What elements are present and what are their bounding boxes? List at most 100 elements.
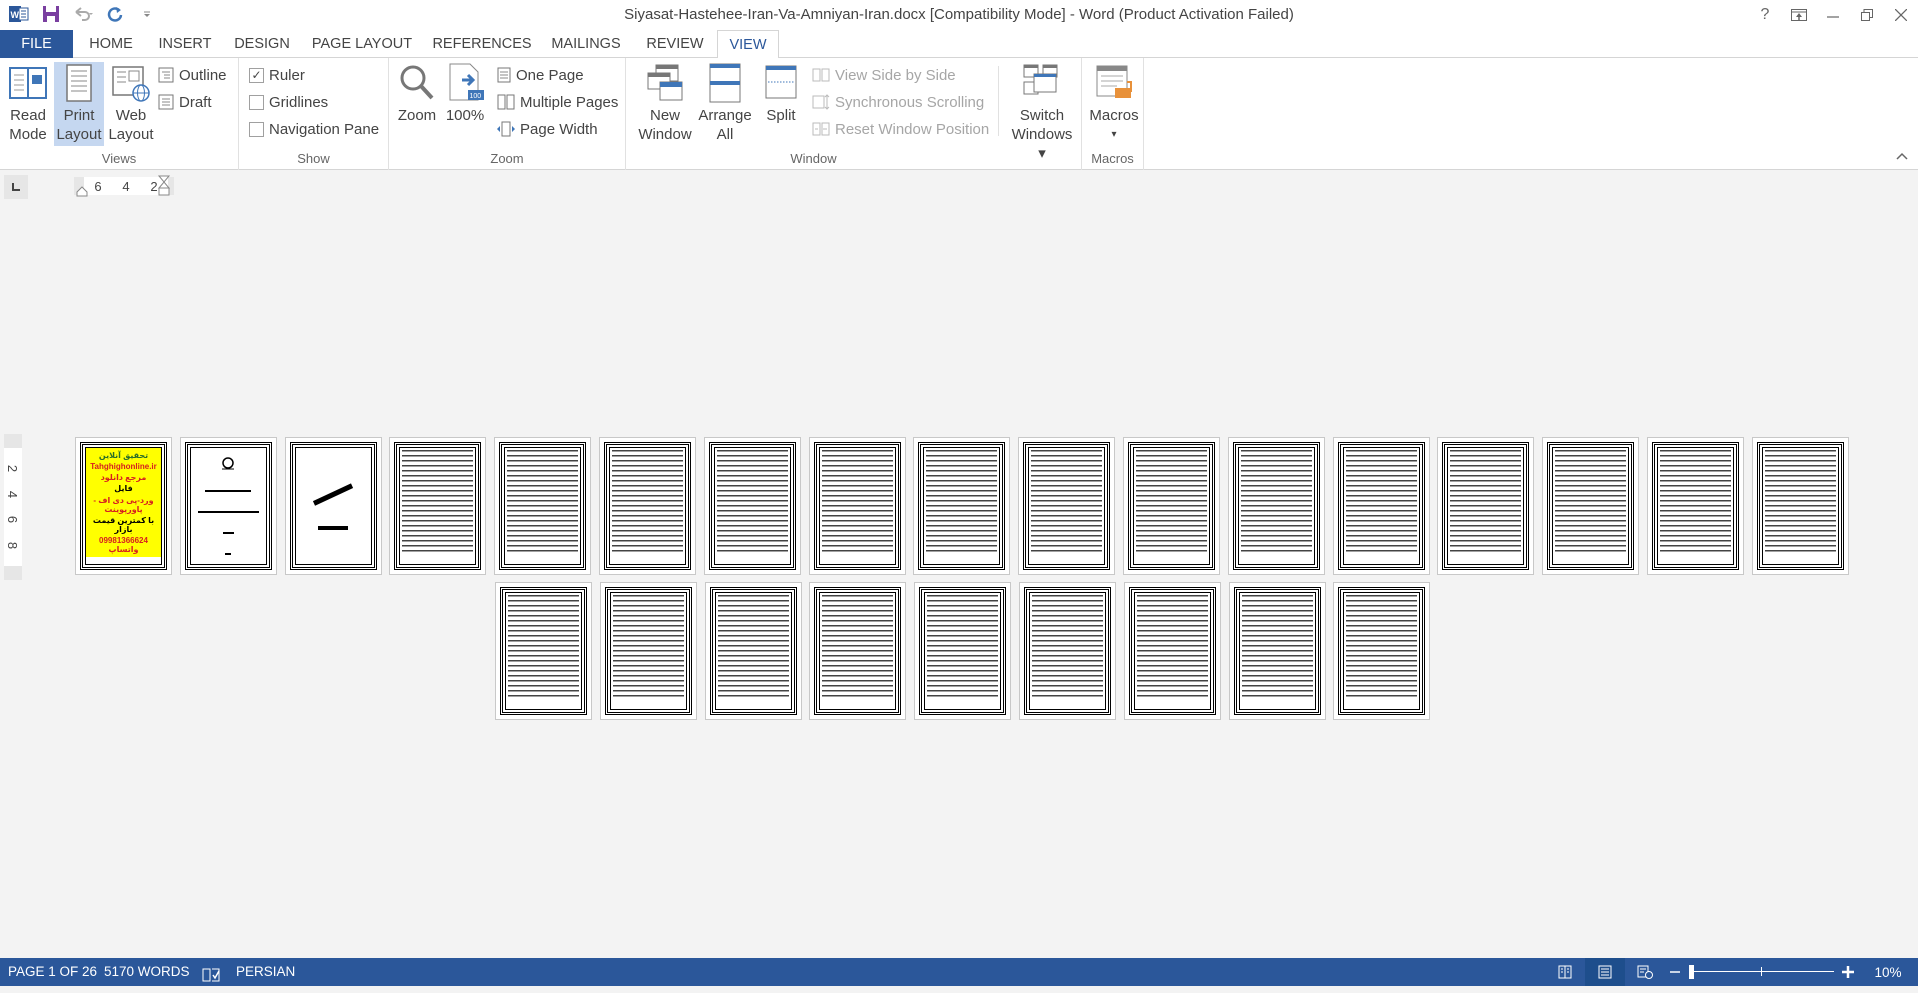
page-text-lines <box>1136 450 1207 555</box>
outline-button[interactable]: Outline <box>158 64 227 86</box>
tab-references[interactable]: REFERENCES <box>428 30 536 58</box>
zoom-level-label[interactable]: 10% <box>1858 965 1918 980</box>
page-thumbnail[interactable] <box>1018 437 1116 575</box>
tab-view[interactable]: VIEW <box>717 30 779 59</box>
read-mode-icon <box>9 67 47 99</box>
page-thumbnail[interactable] <box>494 437 592 575</box>
page-text-lines <box>1660 450 1731 555</box>
draft-button[interactable]: Draft <box>158 91 212 113</box>
language-status[interactable]: PERSIAN <box>236 958 295 986</box>
outline-icon <box>158 67 174 83</box>
page-thumbnail[interactable] <box>1123 582 1221 720</box>
window-group: New Window Arrange All Split View Side b… <box>626 58 1082 170</box>
web-layout-view-button[interactable] <box>1625 958 1665 986</box>
web-layout-button[interactable]: Web Layout <box>106 62 156 144</box>
page-thumbnail[interactable] <box>1228 582 1326 720</box>
page-text-lines <box>1764 450 1836 555</box>
synchronous-scrolling-button[interactable]: Synchronous Scrolling <box>812 91 984 113</box>
ribbon-display-options-button[interactable] <box>1782 0 1816 30</box>
zoom-button[interactable]: Zoom <box>395 62 439 125</box>
page-thumbnail[interactable] <box>913 437 1011 575</box>
gridlines-check-icon[interactable] <box>249 94 264 110</box>
word-count-status[interactable]: 5170 WORDS <box>104 958 190 986</box>
new-window-label-2: Window <box>638 126 692 143</box>
page-thumbnail[interactable] <box>703 437 801 575</box>
read-mode-button[interactable]: Read Mode <box>6 62 50 144</box>
page-thumbnail[interactable] <box>495 582 592 720</box>
tab-design[interactable]: DESIGN <box>229 30 295 58</box>
print-layout-view-button[interactable] <box>1585 958 1625 986</box>
new-window-button[interactable]: New Window <box>636 62 694 144</box>
reset-window-position-button[interactable]: Reset Window Position <box>812 118 989 140</box>
page-thumbnail[interactable] <box>704 582 802 720</box>
view-side-by-side-button[interactable]: View Side by Side <box>812 64 956 86</box>
indent-marker-icon[interactable] <box>76 185 88 197</box>
tab-selector-button[interactable] <box>4 175 28 199</box>
help-button[interactable]: ? <box>1748 0 1782 30</box>
restore-button[interactable] <box>1850 0 1884 30</box>
tab-file[interactable]: FILE <box>0 30 73 58</box>
page-width-label: Page Width <box>520 120 598 138</box>
navigation-pane-check-icon[interactable] <box>249 121 264 137</box>
tab-review[interactable]: REVIEW <box>638 30 712 58</box>
page-thumbnail[interactable] <box>1123 437 1220 575</box>
read-mode-label-1: Read <box>10 107 46 124</box>
right-indent-marker-icon[interactable] <box>157 175 171 201</box>
tab-page-layout[interactable]: PAGE LAYOUT <box>308 30 416 58</box>
tab-insert[interactable]: INSERT <box>154 30 216 58</box>
zoom-in-button[interactable] <box>1838 958 1858 986</box>
title-line <box>222 532 234 535</box>
close-icon <box>1895 9 1907 21</box>
outline-label: Outline <box>179 66 227 84</box>
page-thumbnail[interactable] <box>1019 582 1116 720</box>
page-thumbnail[interactable] <box>179 437 277 575</box>
split-button[interactable]: Split <box>756 62 806 125</box>
page-width-button[interactable]: Page Width <box>497 118 598 140</box>
page-thumbnail[interactable] <box>599 437 696 575</box>
zoom-slider-thumb[interactable] <box>1689 965 1694 979</box>
page-thumbnail[interactable] <box>1751 437 1849 575</box>
tab-mailings[interactable]: MAILINGS <box>546 30 626 58</box>
document-canvas[interactable]: تحقیق آنلاین Tahghighonline.ir مرجع دانلود… <box>0 201 1918 958</box>
page-thumbnail[interactable] <box>284 437 382 575</box>
page-thumbnail[interactable] <box>809 582 907 720</box>
page-thumbnail[interactable] <box>389 437 487 575</box>
page-thumbnail[interactable] <box>914 582 1012 720</box>
multiple-pages-button[interactable]: Multiple Pages <box>497 91 618 113</box>
ruler-check-icon[interactable]: ✓ <box>249 67 264 83</box>
close-button[interactable] <box>1884 0 1918 30</box>
title-line <box>205 489 252 492</box>
reset-window-position-label: Reset Window Position <box>835 120 990 138</box>
ruler-checkbox[interactable]: ✓ Ruler <box>249 64 305 86</box>
page-border <box>1547 442 1635 570</box>
page-thumbnail[interactable] <box>1227 437 1325 575</box>
gridlines-checkbox[interactable]: Gridlines <box>249 91 328 113</box>
title-line <box>197 510 260 513</box>
page-thumbnail[interactable] <box>1333 582 1431 720</box>
page-thumbnail[interactable]: تحقیق آنلاین Tahghighonline.ir مرجع دانلود… <box>75 437 172 575</box>
macros-group: Macros ▾ Macros <box>1082 58 1144 170</box>
macros-button[interactable]: Macros ▾ <box>1088 62 1140 144</box>
zoom-out-button[interactable] <box>1665 958 1685 986</box>
navigation-pane-checkbox[interactable]: Navigation Pane <box>249 118 379 140</box>
one-page-button[interactable]: One Page <box>497 64 584 86</box>
read-mode-view-button[interactable] <box>1545 958 1585 986</box>
page-thumbnail[interactable] <box>1542 437 1640 575</box>
page-thumbnail[interactable] <box>808 437 906 575</box>
switch-windows-button[interactable]: Switch Windows ▾ <box>1006 62 1078 163</box>
page-thumbnail[interactable] <box>1437 437 1535 575</box>
tab-home[interactable]: HOME <box>80 30 142 58</box>
page-thumbnail[interactable] <box>1332 437 1430 575</box>
arrange-all-button[interactable]: Arrange All <box>696 62 754 144</box>
collapse-ribbon-icon[interactable] <box>1896 149 1908 163</box>
zoom-100-button[interactable]: 100 100% <box>443 62 487 125</box>
page-thumbnail[interactable] <box>599 582 697 720</box>
page-count-status[interactable]: PAGE 1 OF 26 <box>8 958 97 986</box>
page-border <box>394 442 482 570</box>
page-thumbnail[interactable] <box>1647 437 1744 575</box>
minimize-button[interactable] <box>1816 0 1850 30</box>
print-layout-button[interactable]: Print Layout <box>54 62 104 146</box>
proofing-icon[interactable] <box>202 965 222 982</box>
zoom-slider[interactable] <box>1689 958 1834 986</box>
synchronous-scrolling-label: Synchronous Scrolling <box>835 93 985 111</box>
